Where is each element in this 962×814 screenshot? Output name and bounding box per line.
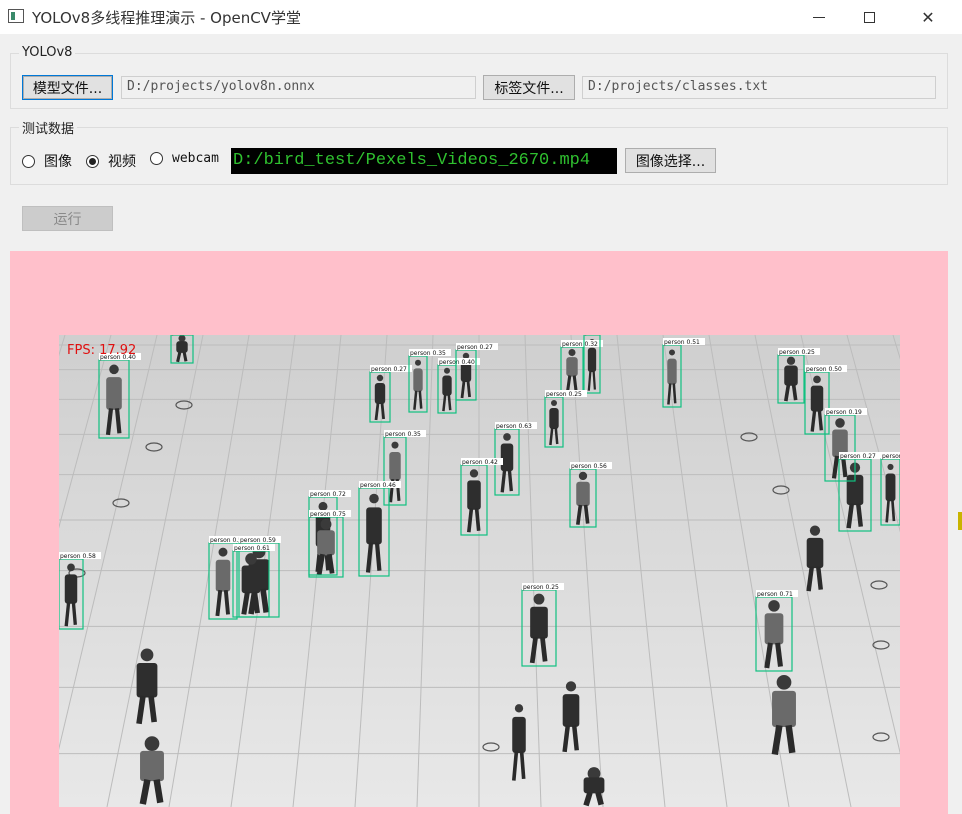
detection-label: person 0.59 — [240, 537, 276, 544]
label-file-button[interactable]: 标签文件... — [483, 75, 575, 100]
radio-webcam[interactable]: webcam — [150, 151, 219, 166]
close-icon: ✕ — [921, 7, 935, 27]
run-button[interactable]: 运行 — [22, 206, 113, 231]
radio-image[interactable]: 图像 — [22, 151, 72, 171]
window-title: YOLOv8多线程推理演示 - OpenCV学堂 — [32, 9, 301, 27]
maximize-icon — [863, 11, 875, 23]
detection-scene: person 0.40 person 0.25 person 0.27 person … — [59, 335, 900, 807]
radio-video-indicator[interactable] — [86, 154, 99, 168]
detection-label: person 0.56 — [571, 463, 607, 470]
close-button[interactable]: ✕ — [899, 0, 957, 34]
detection-label: person 0.25 — [546, 391, 582, 398]
detection-label: person 0.35 — [410, 350, 446, 357]
radio-image-indicator[interactable] — [22, 154, 35, 168]
detection-label: person 0.61 — [234, 545, 270, 552]
detection-label: person 0.50 — [806, 366, 842, 373]
detection-label: person 0.25 — [779, 349, 815, 356]
data-group-title: 测试数据 — [19, 118, 78, 137]
detection-label: person 0.75 — [310, 511, 346, 518]
selected-file-path: D:/bird_test/Pexels_Videos_2670.mp4 — [231, 148, 617, 174]
model-file-button[interactable]: 模型文件... — [22, 75, 113, 100]
detection-label: person 0.27 — [840, 453, 876, 460]
model-group-title: YOLOv8 — [19, 45, 76, 60]
detection-label: person 0.25 — [172, 335, 208, 336]
detection-label: person 0.45 — [882, 453, 900, 460]
detection-label: person 0.58 — [60, 553, 96, 560]
label-path-field[interactable]: D:/projects/classes.txt — [582, 76, 936, 99]
detection-label: person 0.25 — [523, 584, 559, 591]
model-path-field[interactable]: D:/projects/yolov8n.onnx — [121, 76, 476, 99]
radio-webcam-label: webcam — [172, 151, 219, 166]
radio-image-label: 图像 — [44, 154, 72, 170]
edge-marker — [958, 512, 962, 530]
detection-label: person 0.46 — [360, 482, 396, 489]
detection-label: person 0.27 — [371, 366, 407, 373]
maximize-button[interactable] — [840, 0, 898, 34]
detection-label: person 0.63 — [496, 423, 532, 430]
radio-video[interactable]: 视频 — [86, 151, 136, 171]
radio-webcam-indicator[interactable] — [150, 152, 163, 165]
detection-label: person 0.42 — [462, 459, 498, 466]
minimize-icon — [813, 16, 825, 18]
detection-label: person 0.35 — [385, 431, 421, 438]
detection-label: person 0.40 — [439, 359, 475, 366]
detection-label: person 0.19 — [826, 409, 862, 416]
detection-label: person 0.27 — [457, 344, 493, 351]
detection-label: person 0.71 — [757, 591, 793, 598]
app-icon — [8, 9, 24, 23]
detection-label: person 0.72 — [310, 491, 346, 498]
image-select-button[interactable]: 图像选择... — [625, 148, 716, 173]
fps-readout: FPS: 17.92 — [67, 343, 137, 358]
video-display-area: person 0.40 person 0.25 person 0.27 person … — [10, 251, 948, 814]
detection-label: person 0.51 — [664, 339, 700, 346]
title-bar: YOLOv8多线程推理演示 - OpenCV学堂 ✕ — [0, 0, 962, 34]
detection-label: person 0.32 — [562, 341, 598, 348]
detection-label: person 0.53 — [585, 335, 621, 336]
video-frame: person 0.40 person 0.25 person 0.27 person … — [59, 335, 900, 807]
radio-video-label: 视频 — [108, 154, 136, 170]
